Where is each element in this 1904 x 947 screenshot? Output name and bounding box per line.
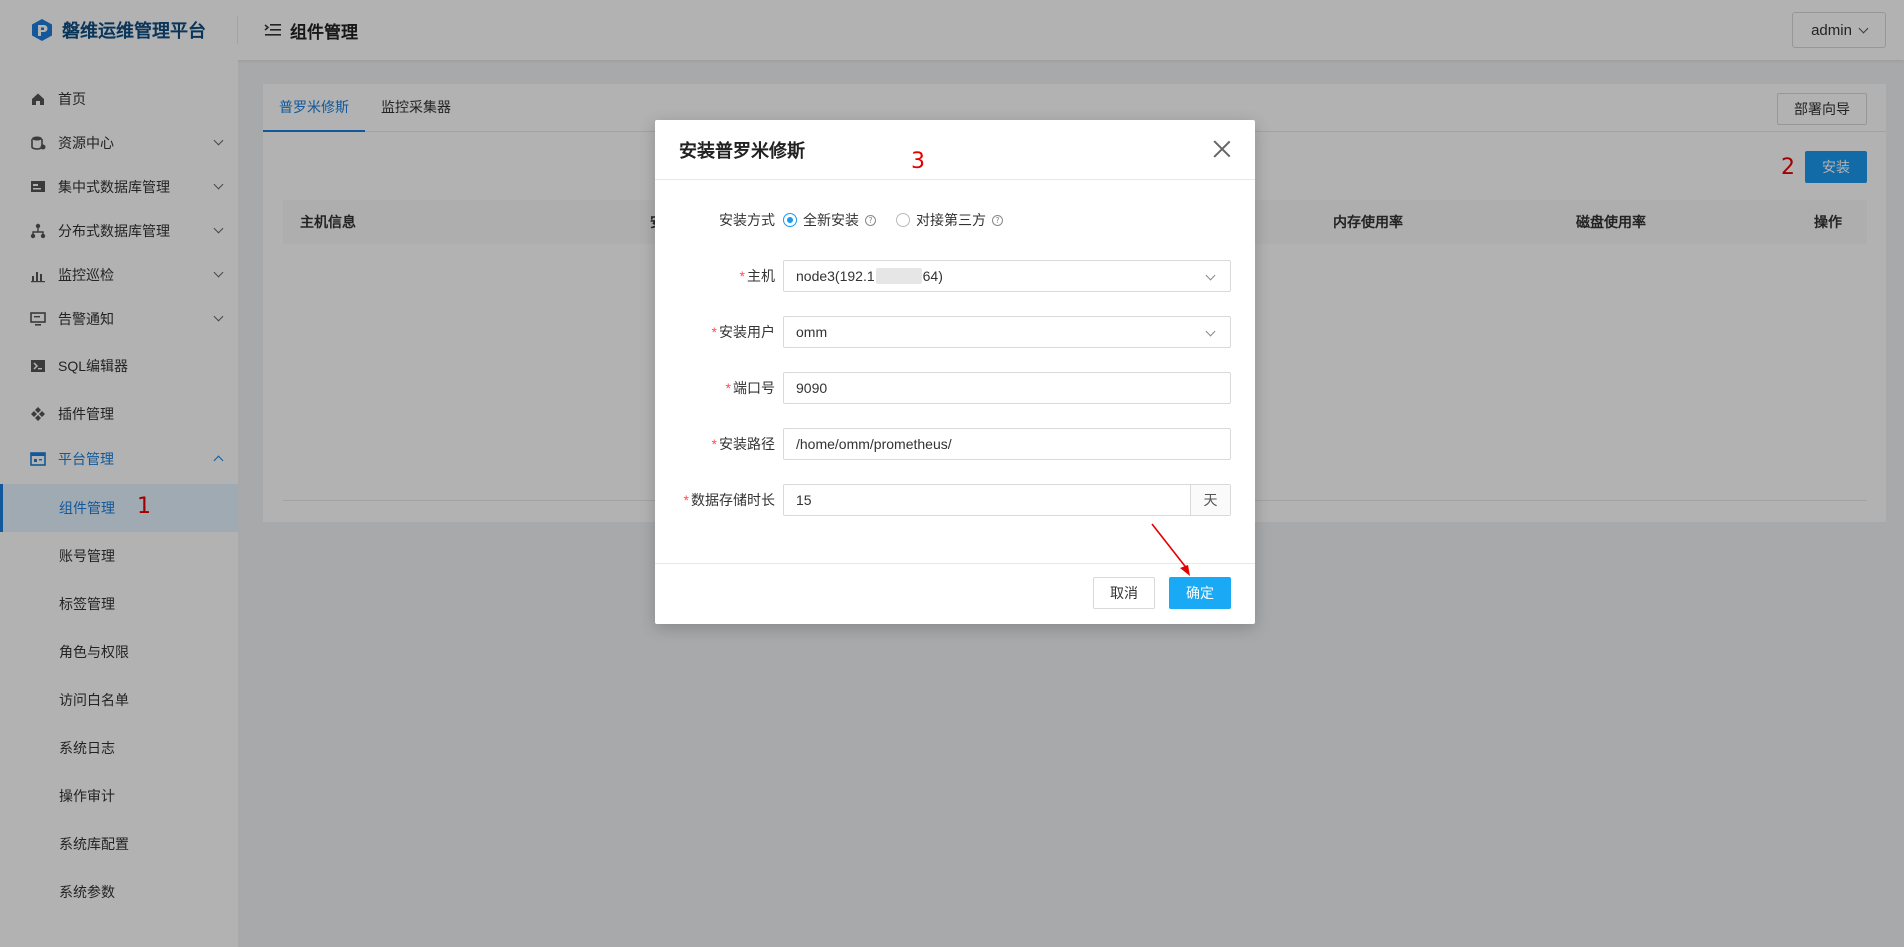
help-icon[interactable]: ?	[865, 214, 876, 226]
host-value-prefix: node3(192.1	[796, 268, 875, 284]
radio-label: 全新安装	[803, 212, 859, 228]
cancel-button[interactable]: 取消	[1093, 577, 1155, 609]
host-select[interactable]: node3(192.1 64)	[783, 260, 1231, 292]
modal-title: 安装普罗米修斯	[679, 141, 805, 161]
user-select[interactable]: omm	[783, 316, 1231, 348]
port-label: * 端口号	[725, 380, 775, 396]
retention-unit: 天	[1190, 485, 1230, 515]
help-icon[interactable]: ?	[992, 214, 1003, 226]
redacted-ip	[875, 268, 922, 284]
host-row: * 主机 node3(192.1 64)	[655, 260, 1255, 292]
radio-new-install[interactable]: 全新安装 ?	[783, 210, 876, 230]
path-input[interactable]: /home/omm/prometheus/	[783, 428, 1231, 460]
confirm-button[interactable]: 确定	[1169, 577, 1231, 609]
port-row: * 端口号 9090	[655, 372, 1255, 404]
port-input[interactable]: 9090	[783, 372, 1231, 404]
retention-row: * 数据存储时长 15 天	[655, 484, 1255, 516]
radio-third-party[interactable]: 对接第三方 ?	[896, 210, 1003, 230]
install-mode-label: 安装方式	[719, 212, 775, 228]
user-value: omm	[796, 324, 828, 340]
host-label: * 主机	[739, 268, 775, 284]
retention-input[interactable]: 15 天	[783, 484, 1231, 516]
close-icon[interactable]	[1213, 140, 1231, 158]
modal-header: 安装普罗米修斯	[655, 120, 1255, 180]
retention-label: * 数据存储时长	[683, 492, 775, 508]
annotation-3: 3	[911, 149, 925, 174]
path-row: * 安装路径 /home/omm/prometheus/	[655, 428, 1255, 460]
install-mode-row: 安装方式 全新安装 ? 对接第三方 ?	[655, 204, 1255, 236]
path-value: /home/omm/prometheus/	[796, 436, 952, 452]
radio-label: 对接第三方	[916, 212, 986, 228]
user-row: * 安装用户 omm	[655, 316, 1255, 348]
host-value-suffix: 64)	[922, 268, 943, 284]
radio-checked-icon	[783, 213, 797, 227]
port-value: 9090	[796, 380, 828, 396]
red-arrow-icon	[1151, 523, 1190, 576]
chevron-down-icon	[1205, 326, 1216, 337]
chevron-down-icon	[1205, 270, 1216, 281]
retention-value: 15	[796, 492, 812, 508]
user-label: * 安装用户	[711, 324, 775, 340]
radio-unchecked-icon	[896, 213, 910, 227]
install-mode-radio-group: 全新安装 ? 对接第三方 ?	[783, 204, 1023, 236]
path-label: * 安装路径	[711, 436, 775, 452]
